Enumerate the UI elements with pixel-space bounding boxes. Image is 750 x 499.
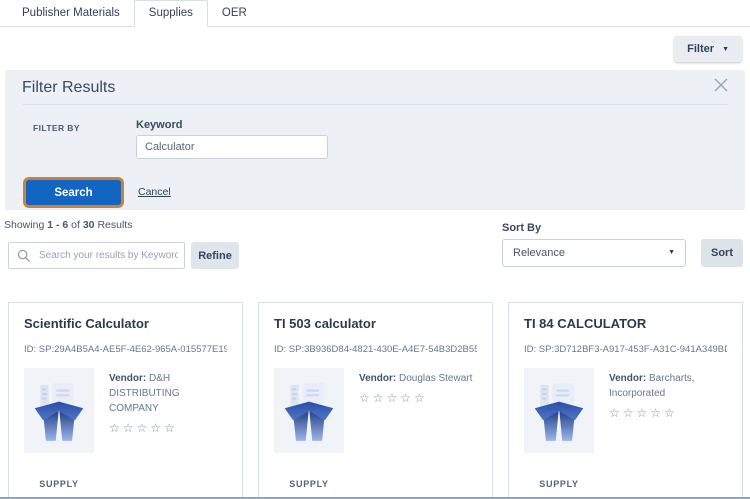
card-title: Scientific Calculator	[24, 316, 227, 331]
results-count-of: of	[71, 219, 80, 231]
divider	[22, 104, 728, 105]
results-count-total: 30	[83, 219, 95, 231]
card-id: ID: SP:3D712BF3-A917-453F-A31C-941A349BD…	[524, 344, 727, 355]
product-image	[24, 368, 94, 453]
rating-stars: ☆☆☆☆☆	[109, 419, 227, 437]
vendor-label: Vendor:	[609, 373, 646, 384]
filter-toggle-label: Filter	[687, 43, 714, 55]
vendor-label: Vendor:	[109, 373, 146, 384]
keyword-label: Keyword	[136, 119, 182, 131]
tab-oer[interactable]: OER	[208, 0, 261, 26]
vendor-block: Vendor: D&H DISTRIBUTING COMPANY ☆☆☆☆☆	[109, 368, 227, 453]
search-button[interactable]: Search	[26, 180, 121, 205]
supply-type-label: SUPPLY	[524, 479, 594, 489]
results-count-suffix: Results	[97, 219, 132, 231]
supply-type-label: SUPPLY	[274, 479, 344, 489]
results-grid: Scientific Calculator ID: SP:29A4B5A4-AE…	[8, 302, 743, 499]
sort-select-value: Relevance	[513, 247, 565, 259]
filter-panel-title: Filter Results	[22, 79, 115, 97]
supply-box-icon	[281, 378, 337, 444]
card-id: ID: SP:29A4B5A4-AE5F-4E62-965A-015577E19…	[24, 344, 227, 355]
sort-button[interactable]: Sort	[701, 239, 743, 267]
product-image	[524, 368, 594, 453]
supplies-search-page: Publisher Materials Supplies OER Filter …	[0, 0, 750, 499]
tab-bar: Publisher Materials Supplies OER	[0, 0, 750, 27]
results-count-range: 1 - 6	[47, 219, 68, 231]
supply-box-icon	[531, 378, 587, 444]
filter-toggle-button[interactable]: Filter ▼	[674, 36, 742, 62]
search-icon	[17, 249, 31, 263]
product-card: TI 84 CALCULATOR ID: SP:3D712BF3-A917-45…	[508, 302, 743, 499]
vendor-block: Vendor: Douglas Stewart ☆☆☆☆☆	[359, 368, 477, 453]
card-title: TI 84 CALCULATOR	[524, 316, 727, 331]
results-count-prefix: Showing	[4, 219, 44, 231]
card-media: Vendor: Douglas Stewart ☆☆☆☆☆	[274, 368, 477, 453]
product-image	[274, 368, 344, 453]
product-card: Scientific Calculator ID: SP:29A4B5A4-AE…	[8, 302, 243, 499]
card-id: ID: SP:3B936D84-4821-430E-A4E7-54B3D2B55…	[274, 344, 477, 355]
close-icon[interactable]	[711, 75, 731, 95]
results-search-box	[8, 242, 185, 269]
vendor-block: Vendor: Barcharts, Incorporated ☆☆☆☆☆	[609, 368, 727, 453]
filter-by-label: FILTER BY	[33, 123, 80, 133]
card-media: Vendor: Barcharts, Incorporated ☆☆☆☆☆	[524, 368, 727, 453]
tab-supplies[interactable]: Supplies	[134, 0, 208, 27]
product-card: TI 503 calculator ID: SP:3B936D84-4821-4…	[258, 302, 493, 499]
rating-stars: ☆☆☆☆☆	[359, 389, 477, 407]
supply-type-label: SUPPLY	[24, 479, 94, 489]
card-title: TI 503 calculator	[274, 316, 477, 331]
sort-by-label: Sort By	[502, 222, 541, 234]
chevron-down-icon: ▼	[668, 240, 675, 266]
vendor-label: Vendor:	[359, 373, 396, 384]
results-search-input[interactable]	[9, 243, 184, 268]
vendor-name: Douglas Stewart	[399, 373, 472, 384]
chevron-down-icon: ▼	[722, 46, 729, 53]
sort-select[interactable]: Relevance ▼	[502, 239, 686, 267]
results-count: Showing 1 - 6 of 30 Results	[4, 219, 132, 231]
filter-panel: Filter Results FILTER BY Keyword Search …	[5, 70, 745, 210]
supply-box-icon	[31, 378, 87, 444]
cancel-link[interactable]: Cancel	[138, 186, 171, 198]
tab-publisher-materials[interactable]: Publisher Materials	[8, 0, 134, 26]
rating-stars: ☆☆☆☆☆	[609, 404, 727, 422]
keyword-input[interactable]	[136, 135, 328, 159]
refine-button[interactable]: Refine	[191, 242, 239, 269]
card-media: Vendor: D&H DISTRIBUTING COMPANY ☆☆☆☆☆	[24, 368, 227, 453]
